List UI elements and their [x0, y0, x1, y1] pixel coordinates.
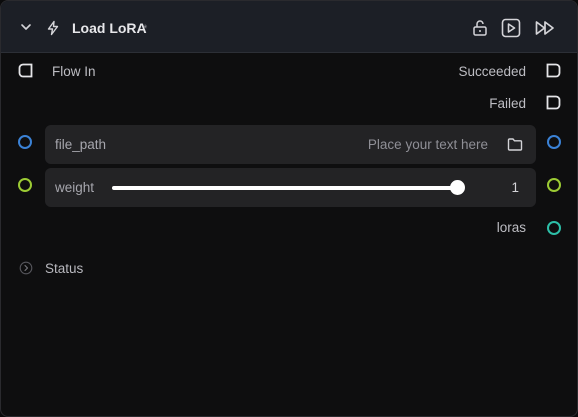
unlock-icon[interactable] — [469, 17, 491, 39]
file-path-label: file_path — [55, 137, 107, 152]
lightning-icon — [47, 20, 59, 36]
modified-marker: * — [143, 23, 148, 35]
folder-icon[interactable] — [507, 137, 523, 152]
load-lora-node[interactable]: Load LoRA * Flow In Succeeded Failed fil… — [0, 0, 578, 417]
weight-input-port[interactable] — [18, 178, 32, 192]
chevron-down-icon[interactable] — [19, 20, 33, 34]
file-path-input-port[interactable] — [18, 135, 32, 149]
flow-failed-port[interactable] — [546, 95, 561, 110]
weight-value[interactable]: 1 — [511, 180, 519, 195]
weight-field[interactable]: weight 1 — [45, 168, 536, 207]
succeeded-label: Succeeded — [458, 64, 526, 79]
weight-slider-thumb[interactable] — [450, 180, 465, 195]
file-path-placeholder[interactable]: Place your text here — [368, 137, 488, 152]
flow-succeeded-port[interactable] — [546, 63, 561, 78]
weight-slider-track[interactable] — [112, 186, 456, 190]
chevron-right-icon[interactable] — [19, 261, 33, 275]
loras-output-port[interactable] — [547, 221, 561, 235]
weight-label: weight — [55, 180, 95, 195]
flow-in-port[interactable] — [18, 63, 33, 78]
run-node-icon[interactable] — [500, 17, 522, 39]
node-title: Load LoRA — [72, 20, 147, 36]
weight-output-port[interactable] — [547, 178, 561, 192]
status-label[interactable]: Status — [45, 261, 83, 276]
loras-output-label: loras — [496, 220, 526, 235]
flow-in-label: Flow In — [52, 64, 96, 79]
run-from-here-icon[interactable] — [534, 17, 556, 39]
file-path-output-port[interactable] — [547, 135, 561, 149]
file-path-field[interactable]: file_path Place your text here — [45, 125, 536, 164]
failed-label: Failed — [489, 96, 526, 111]
node-header[interactable]: Load LoRA * — [1, 1, 577, 53]
